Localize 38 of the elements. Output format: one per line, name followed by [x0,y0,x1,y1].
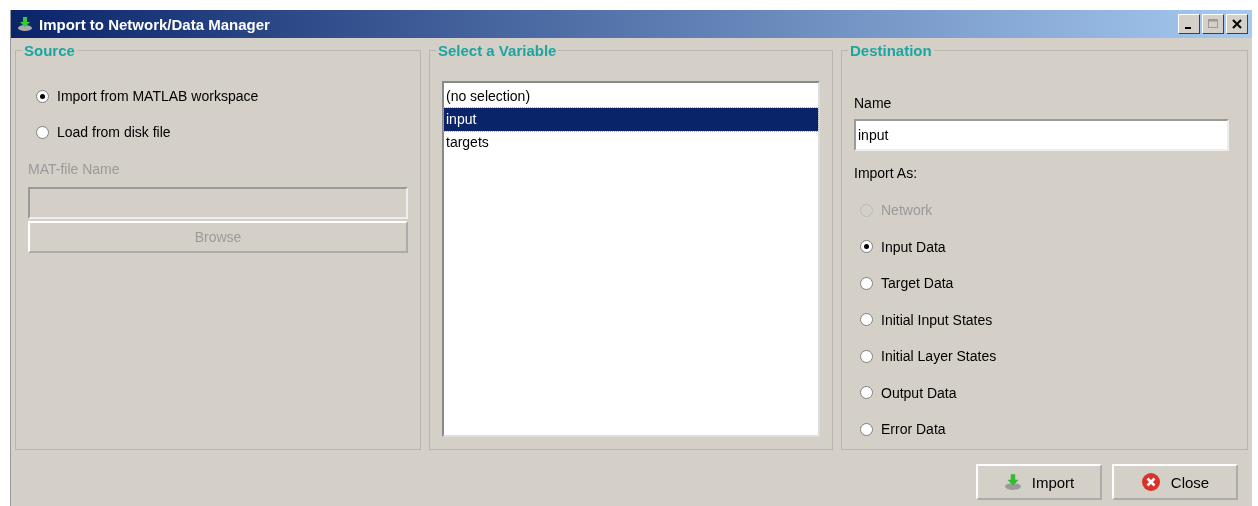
close-button[interactable] [1226,14,1248,34]
radio-label: Target Data [881,275,954,291]
radio-label: Import from MATLAB workspace [57,88,259,104]
radio-button[interactable] [860,349,873,363]
import-button[interactable]: Import [976,464,1102,500]
close-icon [1140,472,1161,492]
radio-button[interactable] [860,313,873,326]
field-label: Name [854,95,893,111]
radio-button[interactable] [860,276,873,290]
radio-label: Initial Input States [881,311,993,328]
window-title: Import to Network/Data Manager [39,15,270,33]
radio-button[interactable] [860,240,873,253]
panel-title: Select a Variable [437,42,558,59]
radio-label: Output Data [881,384,957,401]
name-field[interactable]: input [854,119,1229,151]
field-label: MAT-file Name [28,161,121,177]
radio-button[interactable] [860,386,873,399]
radio-button[interactable] [860,422,873,436]
list-item[interactable]: input [444,108,818,131]
minimize-button[interactable] [1178,14,1200,34]
field-label: Import As: [854,165,919,181]
list-item[interactable]: targets [444,131,818,154]
radio-label: Error Data [881,421,946,437]
list-item[interactable]: (no selection) [444,85,818,108]
download-icon [1003,473,1022,491]
radio-button[interactable] [36,125,49,139]
radio-label: Load from disk file [57,124,171,140]
close-icon [1232,19,1242,29]
maximize-icon [1208,19,1218,29]
minimize-icon [1184,26,1191,29]
download-icon [17,16,33,32]
radio-label: Input Data [881,238,946,255]
radio-label: Initial Layer States [881,348,997,364]
panel-title: Destination [849,42,933,59]
panel-title: Source [23,42,76,59]
close-button[interactable]: Close [1112,464,1238,500]
radio-label: Network [881,202,933,218]
radio-button[interactable] [36,89,49,103]
